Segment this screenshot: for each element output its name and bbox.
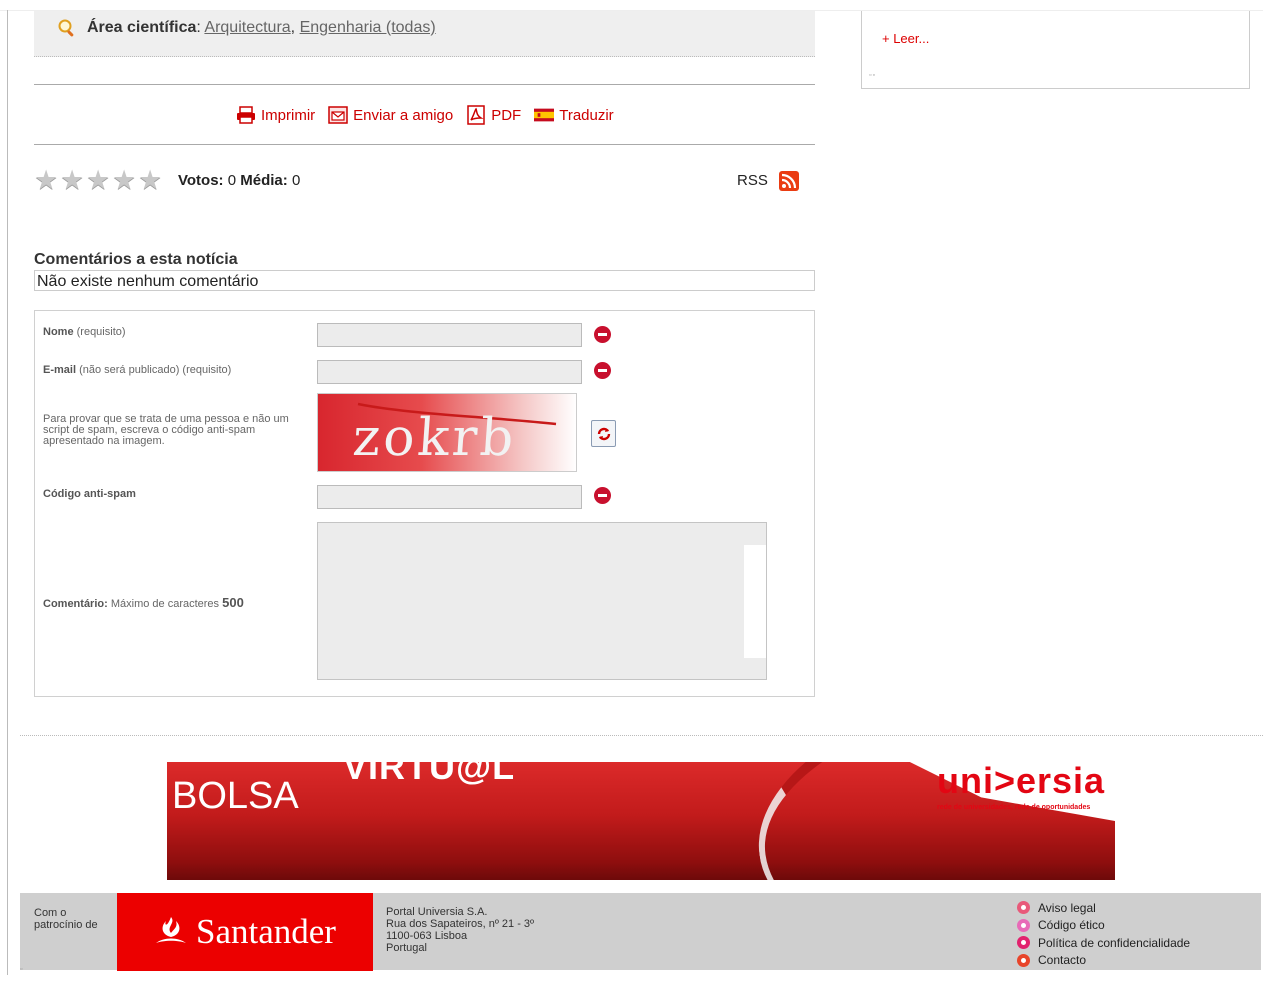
refresh-captcha-button[interactable] — [591, 420, 616, 447]
address-line: Portal Universia S.A. — [386, 906, 488, 918]
pdf-icon — [466, 105, 486, 125]
comment-label: Comentário: Máximo de caracteres 500 — [43, 595, 244, 610]
banner-word-virtual: VIRTU@L — [343, 762, 516, 787]
read-more-link[interactable]: + Leer... — [882, 31, 929, 46]
comment-textarea[interactable] — [317, 522, 767, 680]
footer-link-label: Contacto — [1038, 953, 1087, 968]
email-label: E-mail (não será publicado) (requisito) — [43, 364, 231, 376]
left-border — [7, 10, 8, 975]
footer-link-contacto[interactable]: Contacto — [1017, 952, 1190, 970]
votes-label: Votos: — [178, 172, 224, 189]
name-label-text: Nome — [43, 326, 74, 338]
rss-label[interactable]: RSS — [737, 172, 768, 189]
comment-max-chars: 500 — [222, 595, 244, 610]
translate-button[interactable]: Traduzir — [534, 105, 614, 125]
star-icon[interactable]: ★ — [60, 167, 86, 194]
spacer-marker: ▫ — [20, 966, 24, 973]
banner-word-bolsa: BOLSA — [172, 775, 299, 817]
address-line: Rua dos Sapateiros, nº 21 - 3º — [386, 918, 535, 930]
required-icon — [594, 326, 611, 343]
footer-link-label: Aviso legal — [1038, 900, 1096, 915]
textarea-scrollbar[interactable] — [744, 545, 766, 658]
captcha-instructions: Para provar que se trata de uma pessoa e… — [43, 413, 289, 447]
address-line: Portugal — [386, 942, 427, 954]
scientific-area-label: Área científica — [87, 19, 197, 36]
universia-banner[interactable]: VIRTU@L BOLSA uni>ersia rede de universi… — [167, 762, 1115, 880]
name-label: Nome (requisito) — [43, 326, 126, 338]
separator: : — [196, 19, 201, 36]
bullet-icon — [1017, 936, 1030, 950]
translate-label: Traduzir — [559, 106, 614, 124]
pdf-label: PDF — [491, 106, 522, 124]
company-address: Portal Universia S.A. Rua dos Sapateiros… — [386, 906, 534, 954]
santander-flame-icon — [156, 917, 187, 943]
email-field[interactable] — [317, 360, 582, 384]
captcha-image: zokrb — [317, 393, 577, 472]
envelope-icon — [328, 105, 348, 125]
universia-logo: uni>ersia — [937, 762, 1106, 801]
average-label: Média: — [240, 172, 288, 189]
bullet-icon — [1017, 901, 1030, 915]
bullet-icon — [1017, 918, 1030, 932]
name-field[interactable] — [317, 323, 582, 347]
star-icon[interactable]: ★ — [86, 167, 112, 194]
anti-spam-code-field[interactable] — [317, 485, 582, 509]
scientific-area-line: Área científica: Arquitectura, Engenhari… — [87, 19, 436, 37]
captcha-text: zokrb — [350, 408, 519, 468]
required-icon — [594, 487, 611, 504]
spacer-marker: ▫▫ — [869, 72, 876, 79]
footer-link-label: Política de confidencialidade — [1038, 935, 1191, 950]
magnifier-icon — [57, 18, 77, 38]
required-icon — [594, 362, 611, 379]
star-icon[interactable]: ★ — [112, 167, 138, 194]
pdf-button[interactable]: PDF — [466, 105, 521, 125]
comma: , — [290, 19, 296, 36]
scientific-area-box: Área científica: Arquitectura, Engenhari… — [34, 11, 815, 57]
footer-link-label: Código ético — [1038, 918, 1105, 933]
email-label-text: E-mail — [43, 364, 77, 376]
average-value: 0 — [291, 172, 301, 189]
name-hint: (requisito) — [76, 326, 126, 338]
send-to-friend-button[interactable]: Enviar a amigo — [328, 105, 453, 125]
comment-label-text: Comentário: — [43, 598, 108, 610]
no-comments-message: Não existe nenhum comentário — [34, 270, 815, 291]
bullet-icon — [1017, 953, 1030, 967]
code-label-text: Código anti-spam — [43, 488, 136, 500]
santander-logo[interactable]: Santander — [117, 893, 373, 971]
print-button[interactable]: Imprimir — [236, 105, 315, 125]
sponsor-label: Com o patrocínio de — [34, 907, 98, 931]
divider — [34, 144, 815, 145]
comments-title: Comentários a esta notícia — [34, 251, 238, 268]
address-line: 1100-063 Lisboa — [386, 930, 468, 942]
comment-hint: Máximo de caracteres — [110, 598, 220, 610]
universia-tagline: rede de universidades, rede de oportunid… — [937, 804, 1091, 811]
printer-icon — [236, 105, 256, 125]
footer-link-aviso-legal[interactable]: Aviso legal — [1017, 899, 1190, 917]
rating-stars[interactable]: ★ ★ ★ ★ ★ — [34, 167, 164, 194]
email-hint: (não será publicado) (requisito) — [79, 364, 232, 376]
footer: Com o patrocínio de Santander Portal Uni… — [20, 893, 1261, 971]
code-label: Código anti-spam — [43, 488, 136, 500]
sidebar-box — [861, 11, 1250, 89]
spain-flag-icon — [534, 105, 555, 125]
footer-link-privacidade[interactable]: Política de confidencialidade — [1017, 934, 1190, 952]
refresh-icon — [597, 427, 610, 440]
footer-link-codigo-etico[interactable]: Código ético — [1017, 917, 1190, 935]
star-icon[interactable]: ★ — [138, 167, 164, 194]
divider — [34, 84, 815, 85]
divider — [20, 735, 1263, 736]
votes-summary: Votos: 0 Média: 0 — [178, 172, 300, 189]
santander-name: Santander — [196, 912, 336, 951]
print-label: Imprimir — [261, 106, 316, 124]
area-link-engenharia[interactable]: Engenharia (todas) — [300, 19, 436, 36]
footer-links: Aviso legal Código ético Política de con… — [1017, 899, 1190, 969]
area-link-arquitectura[interactable]: Arquitectura — [204, 19, 290, 36]
votes-value: 0 — [227, 172, 237, 189]
star-icon[interactable]: ★ — [34, 167, 60, 194]
article-toolbar: Imprimir Enviar a amigo PDF Traduzir — [236, 103, 627, 127]
send-to-friend-label: Enviar a amigo — [353, 106, 454, 124]
rss-icon[interactable] — [779, 171, 799, 191]
